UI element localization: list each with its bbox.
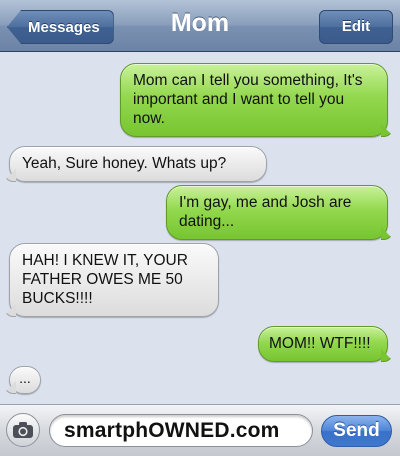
bubble-tail xyxy=(381,349,394,362)
message-bubble-received: HAH! I KNEW IT, YOUR FATHER OWES ME 50 B… xyxy=(3,243,219,317)
camera-button[interactable] xyxy=(6,413,40,447)
message-bubble-sent: I'm gay, me and Josh are dating... xyxy=(166,185,394,240)
message-bubble-sent: Mom can I tell you something, It's impor… xyxy=(120,63,394,137)
message-text: I'm gay, me and Josh are dating... xyxy=(179,194,352,230)
message-bubble-sent: MOM!! WTF!!!! xyxy=(258,326,394,362)
message-input[interactable]: smartphOWNED.com xyxy=(49,414,313,447)
bubble-tail xyxy=(381,124,394,137)
send-button[interactable]: Send xyxy=(321,415,392,447)
navigation-bar: Messages Mom Edit xyxy=(0,0,400,52)
message-text: Mom can I tell you something, It's impor… xyxy=(133,72,363,127)
message-bubble-received: ... xyxy=(3,366,41,394)
edit-button[interactable]: Edit xyxy=(319,10,393,44)
bubble-tail xyxy=(381,227,394,240)
message-text: Yeah, Sure honey. Whats up? xyxy=(22,155,227,172)
bubble-tail xyxy=(3,304,16,317)
bubble-tail xyxy=(3,381,16,394)
camera-icon xyxy=(13,422,33,438)
message-text: MOM!! WTF!!!! xyxy=(269,335,371,352)
bubble-tail xyxy=(3,169,16,182)
compose-bar: smartphOWNED.com Send xyxy=(0,404,400,456)
message-text: ... xyxy=(19,370,31,386)
message-bubble-received: Yeah, Sure honey. Whats up? xyxy=(3,146,267,182)
message-text: HAH! I KNEW IT, YOUR FATHER OWES ME 50 B… xyxy=(22,252,188,307)
